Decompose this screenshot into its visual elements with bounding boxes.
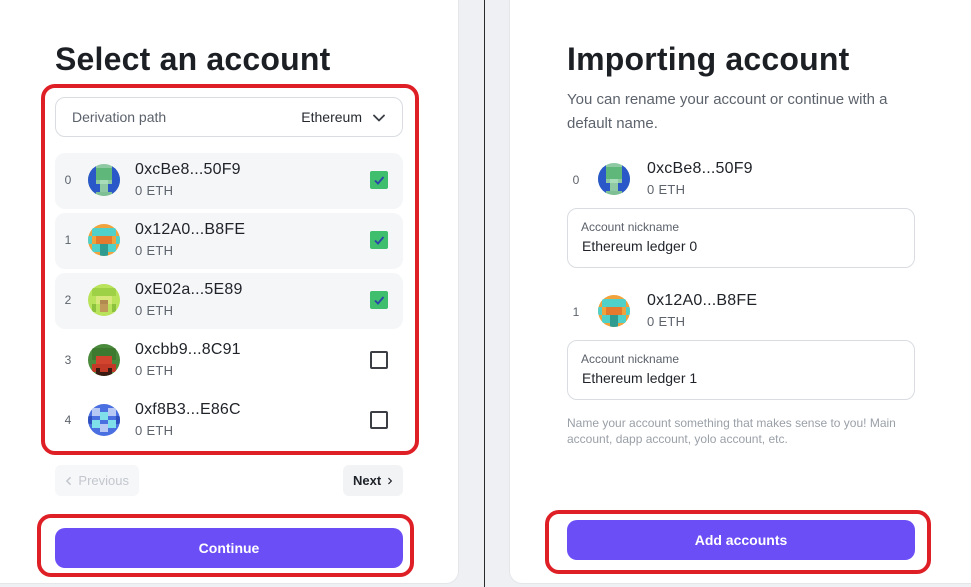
check-icon — [374, 236, 385, 245]
previous-label: Previous — [78, 473, 129, 488]
add-accounts-button[interactable]: Add accounts — [567, 520, 915, 560]
importing-subtitle: You can rename your account or continue … — [567, 91, 888, 132]
account-avatar — [598, 295, 630, 327]
import-account-row: 1 0x12A0...B8FE 0 ETH — [567, 292, 915, 333]
derivation-path-select[interactable]: Derivation path Ethereum — [55, 97, 403, 137]
account-avatar — [88, 164, 120, 196]
account-index: 3 — [64, 353, 72, 367]
derivation-path-value: Ethereum — [301, 109, 362, 125]
account-nickname-value: Ethereum ledger 1 — [582, 370, 698, 386]
account-row[interactable]: 2 0xE02a...5E89 0 ETH — [55, 273, 403, 329]
account-index: 2 — [64, 293, 72, 307]
select-account-title: Select an account — [55, 41, 331, 77]
account-balance: 0 ETH — [135, 243, 174, 258]
account-checkbox[interactable] — [370, 231, 388, 249]
account-nickname-field[interactable]: Account nickname Ethereum ledger 0 — [567, 208, 915, 268]
importing-account-title: Importing account — [567, 41, 850, 77]
account-index: 0 — [64, 173, 72, 187]
continue-button[interactable]: Continue — [55, 528, 403, 568]
account-avatar — [88, 344, 120, 376]
account-checkbox[interactable] — [370, 351, 388, 369]
account-nickname-field[interactable]: Account nickname Ethereum ledger 1 — [567, 340, 915, 400]
account-nickname-value: Ethereum ledger 0 — [582, 238, 698, 254]
account-nickname-label: Account nickname — [581, 352, 680, 366]
previous-page-button[interactable]: Previous — [55, 465, 139, 496]
account-row[interactable]: 0 0xcBe8...50F9 0 ETH — [55, 153, 403, 209]
account-nickname-label: Account nickname — [581, 220, 680, 234]
account-row[interactable]: 1 0x12A0...B8FE 0 ETH — [55, 213, 403, 269]
chevron-down-icon — [373, 114, 385, 122]
account-balance: 0 ETH — [647, 182, 686, 197]
next-label: Next — [353, 473, 382, 488]
account-address: 0xf8B3...E86C — [135, 401, 241, 418]
account-balance: 0 ETH — [135, 303, 174, 318]
account-avatar — [88, 284, 120, 316]
check-icon — [374, 176, 385, 185]
account-address: 0xcbb9...8C91 — [135, 341, 241, 358]
import-account-row: 0 0xcBe8...50F9 0 ETH — [567, 160, 915, 201]
account-index: 0 — [572, 173, 580, 187]
account-row[interactable]: 3 0xcbb9...8C91 0 ETH — [55, 333, 403, 389]
account-avatar — [88, 224, 120, 256]
account-balance: 0 ETH — [647, 314, 686, 329]
account-address: 0x12A0...B8FE — [647, 292, 758, 309]
account-avatar — [88, 404, 120, 436]
next-page-button[interactable]: Next — [343, 465, 403, 496]
account-avatar — [598, 163, 630, 195]
account-address: 0xcBe8...50F9 — [135, 161, 241, 178]
account-balance: 0 ETH — [135, 183, 174, 198]
account-checkbox[interactable] — [370, 411, 388, 429]
account-row[interactable]: 4 0xf8B3...E86C 0 ETH — [55, 393, 403, 449]
nickname-hint: Name your account something that makes s… — [567, 416, 896, 446]
account-index: 1 — [572, 305, 580, 319]
account-checkbox[interactable] — [370, 171, 388, 189]
account-checkbox[interactable] — [370, 291, 388, 309]
account-address: 0xcBe8...50F9 — [647, 160, 753, 177]
chevron-left-icon — [65, 476, 72, 485]
chevron-right-icon — [388, 477, 393, 484]
account-balance: 0 ETH — [135, 423, 174, 438]
account-address: 0xE02a...5E89 — [135, 281, 243, 298]
check-icon — [374, 296, 385, 305]
account-address: 0x12A0...B8FE — [135, 221, 246, 238]
account-balance: 0 ETH — [135, 363, 174, 378]
account-index: 1 — [64, 233, 72, 247]
account-index: 4 — [64, 413, 72, 427]
derivation-path-label: Derivation path — [72, 109, 167, 125]
panel-divider — [484, 0, 485, 587]
